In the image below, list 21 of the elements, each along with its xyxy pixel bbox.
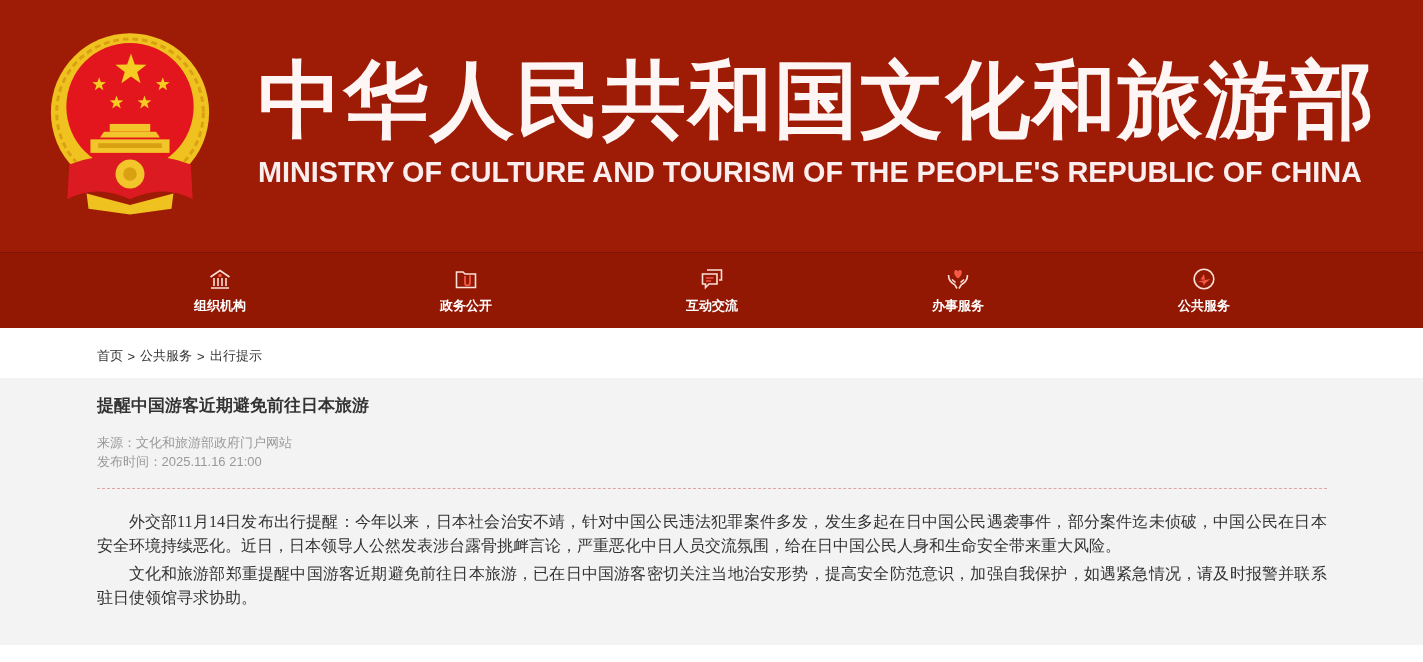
building-icon bbox=[207, 267, 232, 291]
site-subtitle: MINISTRY OF CULTURE AND TOURISM OF THE PEOPLE'S REPUBLIC OF CHINA bbox=[258, 156, 1362, 188]
source-text: 来源：文化和旅游部政府门户网站 bbox=[96, 434, 293, 452]
article-paragraph: 外交部11月14日发布出行提醒：今年以来，日本社会治安不靖，针对中国公民违法犯罪案件多发，发生多起在日中国公民遇袭事件，部分案件迄未侦破，中国公民在日本安全环境持续恶化。近日，日本领导人公然发表涉台露骨挑衅言论，严重恶化中日人员交流氛围，给在日中国公民人身和生命安全带来重大风险。 bbox=[96, 512, 1327, 556]
breadcrumb-link[interactable]: 公共服务 bbox=[140, 347, 193, 365]
breadcrumb-link[interactable]: 出行提示 bbox=[209, 347, 262, 365]
nav-link[interactable]: 组织机构 bbox=[193, 267, 246, 315]
nav-link[interactable]: 办事服务 bbox=[931, 267, 984, 315]
circle-plane-icon bbox=[1191, 267, 1216, 291]
nav-link[interactable]: 公共服务 bbox=[1177, 267, 1230, 315]
nav-link[interactable]: 互动交流 bbox=[685, 267, 738, 315]
breadcrumb-separator: > bbox=[127, 348, 136, 364]
heart-hands-icon bbox=[945, 267, 970, 291]
nav-link[interactable]: 政务公开 bbox=[439, 267, 492, 315]
breadcrumb-separator: > bbox=[197, 348, 205, 364]
article-title: 提醒中国游客近期避免前往日本旅游 bbox=[96, 395, 370, 417]
site-title: 中华人民共和国文化和旅游部 bbox=[258, 54, 1376, 146]
chat-icon bbox=[699, 267, 724, 291]
publish-time: 发布时间：2025.11.16 21:00 bbox=[96, 453, 263, 471]
breadcrumb-link[interactable]: 首页 bbox=[96, 347, 123, 365]
article-paragraph: 文化和旅游部郑重提醒中国游客近期避免前往日本旅游，已在日中国游客密切关注当地治安形势，提高安全防范意识，加强自我保护，如遇紧急情况，请及时报警并联系驻日使领馆寻求协助。 bbox=[96, 564, 1327, 608]
